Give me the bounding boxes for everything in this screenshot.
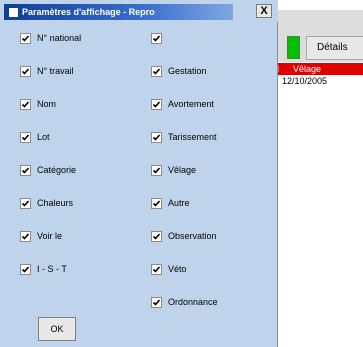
checkbox-box[interactable] [20,197,31,209]
checkbox-left-3[interactable]: Nom [20,97,56,111]
checkbox-box[interactable] [20,32,31,44]
checkbox-label: Vêlage [168,165,197,175]
window-icon [8,7,19,18]
check-icon [21,166,30,174]
checkbox-left-8[interactable]: I - S - T [20,262,67,276]
checkbox-left-1[interactable]: N° national [20,31,81,45]
check-icon [152,199,161,207]
checkbox-box[interactable] [20,263,31,275]
check-icon [152,34,161,42]
checkbox-box[interactable] [151,131,162,143]
checkbox-left-5[interactable]: Catégorie [20,163,76,177]
checkbox-box[interactable] [151,98,162,110]
check-icon [152,265,161,273]
check-icon [152,100,161,108]
checkbox-label: Observation [168,231,217,241]
checkbox-left-2[interactable]: N° travail [20,64,74,78]
dialog-title: Paramètres d'affichage - Repro [22,7,155,17]
check-icon [152,232,161,240]
check-icon [152,298,161,306]
status-indicator [287,36,300,59]
table-row[interactable]: 12/10/2005 [275,75,363,87]
checkbox-right-6[interactable]: Autre [151,196,190,210]
checkbox-label: Catégorie [37,165,77,175]
row-event-text: Vêlage [293,64,322,74]
checkbox-box[interactable] [20,98,31,110]
checkbox-label: N° travail [37,66,74,76]
check-icon [21,133,30,141]
table-row-selected[interactable]: l Vêlage [275,63,363,75]
check-icon [21,232,30,240]
checkbox-left-7[interactable]: Voir le [20,229,62,243]
checkbox-label: Lot [37,132,50,142]
checkbox-label: N° national [37,33,82,43]
check-icon [21,34,30,42]
checkbox-box[interactable] [20,230,31,242]
checkbox-label: Véto [168,264,187,274]
checkbox-right-9[interactable]: Ordonnance [151,295,218,309]
checkbox-label: Chaleurs [37,198,74,208]
checkbox-right-2[interactable]: Gestation [151,64,207,78]
checkbox-box[interactable] [20,131,31,143]
checkbox-left-6[interactable]: Chaleurs [20,196,73,210]
checkbox-left-4[interactable]: Lot [20,130,50,144]
check-icon [152,67,161,75]
details-button[interactable]: Détails [306,36,363,60]
checkbox-label: Tarissement [168,132,217,142]
checkbox-box[interactable] [151,65,162,77]
checkbox-label: Voir le [37,231,63,241]
checkbox-right-4[interactable]: Tarissement [151,130,217,144]
checkbox-right-7[interactable]: Observation [151,229,217,243]
checkbox-box[interactable] [151,197,162,209]
checkbox-label: Autre [168,198,190,208]
check-icon [21,100,30,108]
check-icon [21,199,30,207]
check-icon [21,67,30,75]
background-table: l Vêlage 12/10/2005 [275,63,363,87]
check-icon [152,166,161,174]
checkbox-label: Ordonnance [168,297,218,307]
title-bar[interactable]: Paramètres d'affichage - Repro X [0,0,278,22]
check-icon [152,133,161,141]
check-icon [21,265,30,273]
checkbox-right-1[interactable] [151,31,168,45]
checkbox-right-3[interactable]: Avortement [151,97,214,111]
checkbox-right-8[interactable]: Véto [151,262,187,276]
close-button[interactable]: X [256,4,272,18]
checkbox-label: Nom [37,99,57,109]
checkbox-box[interactable] [151,164,162,176]
checkbox-label: Avortement [168,99,214,109]
display-settings-dialog: Paramètres d'affichage - Repro X N° nati… [0,0,278,347]
ok-button[interactable]: OK [38,317,76,341]
checkbox-box[interactable] [151,296,162,308]
checkbox-box[interactable] [20,65,31,77]
checkbox-box[interactable] [151,32,162,44]
checkbox-label: I - S - T [37,264,67,274]
checkbox-box[interactable] [151,230,162,242]
checkbox-right-5[interactable]: Vêlage [151,163,196,177]
checkbox-label: Gestation [168,66,207,76]
checkbox-box[interactable] [151,263,162,275]
checkbox-box[interactable] [20,164,31,176]
